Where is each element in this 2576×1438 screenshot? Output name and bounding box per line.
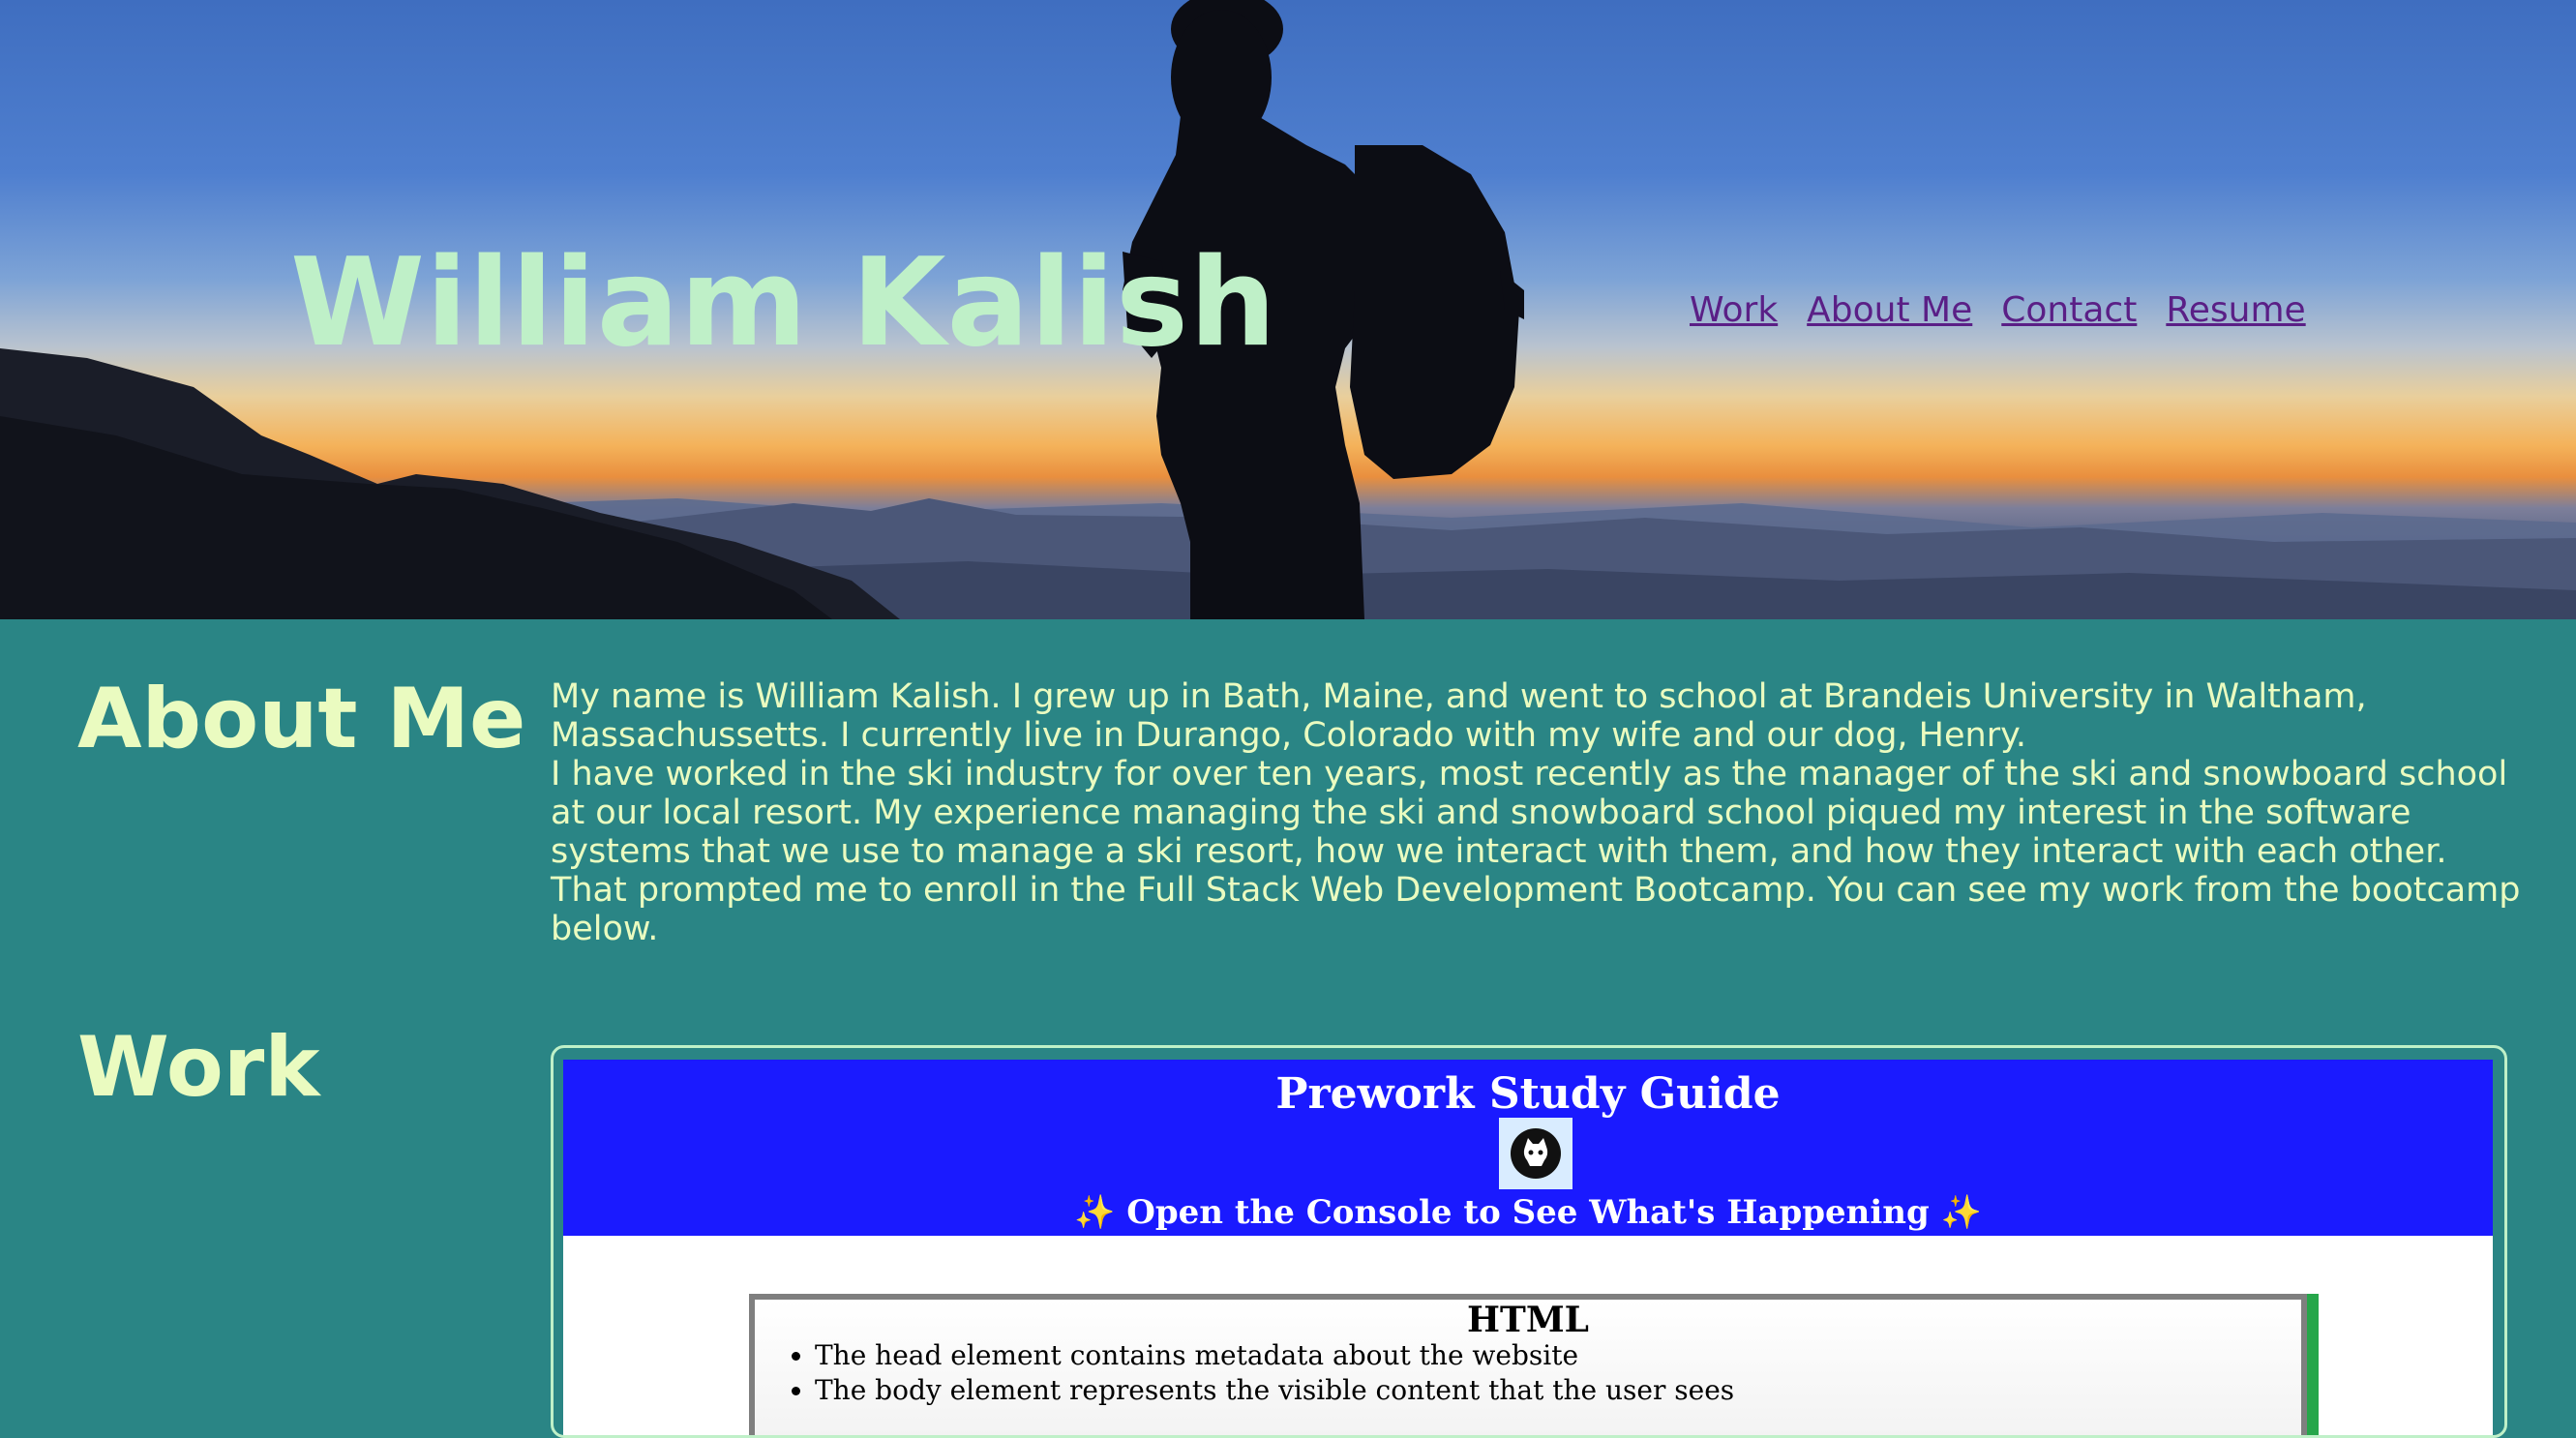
about-text: My name is William Kalish. I grew up in … (551, 677, 2525, 948)
about-paragraph: My name is William Kalish. I grew up in … (551, 677, 2367, 755)
main-nav: Work About Me Contact Resume (1690, 290, 2306, 330)
site-title: William Kalish (290, 231, 1277, 374)
project-html-section: HTML The head element contains metadata … (749, 1294, 2307, 1435)
nav-link-resume[interactable]: Resume (2166, 290, 2305, 330)
list-item: The head element contains metadata about… (815, 1338, 2301, 1373)
project-section-title: HTML (1467, 1300, 1589, 1340)
project-bullet-list: The head element contains metadata about… (755, 1338, 2301, 1408)
about-heading: About Me (77, 671, 526, 767)
nav-link-about-me[interactable]: About Me (1807, 290, 1972, 330)
nav-link-contact[interactable]: Contact (2001, 290, 2137, 330)
project-screenshot-header: Prework Study Guide ✨ Open the Console t… (563, 1060, 2493, 1236)
project-card[interactable]: Prework Study Guide ✨ Open the Console t… (551, 1045, 2507, 1438)
project-screenshot: Prework Study Guide ✨ Open the Console t… (563, 1060, 2493, 1435)
project-title: Prework Study Guide (1275, 1069, 1781, 1119)
nav-link-work[interactable]: Work (1690, 290, 1778, 330)
github-octocat-icon (1499, 1118, 1573, 1189)
hero-banner: William Kalish Work About Me Contact Res… (0, 0, 2576, 619)
work-heading: Work (77, 1019, 320, 1116)
list-item: The body element represents the visible … (815, 1373, 2301, 1408)
about-paragraph: I have worked in the ski industry for ov… (551, 755, 2521, 948)
project-subtitle: ✨ Open the Console to See What's Happeni… (1074, 1193, 1982, 1232)
